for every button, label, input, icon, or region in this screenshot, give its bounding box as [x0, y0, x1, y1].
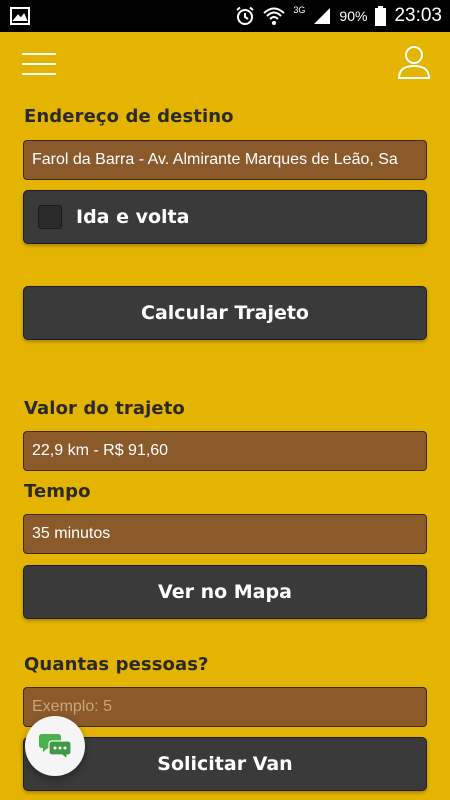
route-value-label: Valor do trajeto — [24, 398, 185, 419]
battery-percent: 90% — [339, 8, 368, 24]
destination-label: Endereço de destino — [24, 106, 234, 127]
battery-icon — [375, 6, 387, 26]
alarm-icon — [236, 6, 255, 25]
round-trip-label: Ida e volta — [76, 206, 190, 228]
route-value-field: 22,9 km - R$ 91,60 — [23, 431, 427, 471]
clock: 23:03 — [394, 5, 442, 26]
chat-bubbles-icon — [39, 734, 72, 761]
view-map-button[interactable]: Ver no Mapa — [23, 565, 427, 619]
calculate-route-button[interactable]: Calcular Trajeto — [23, 286, 427, 340]
hamburger-menu-icon[interactable] — [22, 52, 56, 76]
image-icon — [10, 7, 30, 25]
round-trip-checkbox[interactable] — [38, 205, 62, 229]
app-bar — [0, 32, 450, 94]
chat-fab-button[interactable] — [25, 716, 85, 776]
time-label: Tempo — [24, 481, 91, 502]
network-type: 3G — [293, 5, 306, 15]
people-count-input[interactable]: Exemplo: 5 — [23, 687, 427, 727]
round-trip-toggle[interactable]: Ida e volta — [23, 190, 427, 244]
wifi-icon — [263, 7, 286, 25]
destination-input[interactable]: Farol da Barra - Av. Almirante Marques d… — [23, 140, 427, 180]
signal-icon — [314, 8, 331, 24]
status-bar: 3G 90% 23:03 — [0, 0, 450, 32]
time-field: 35 minutos — [23, 514, 427, 554]
people-count-label: Quantas pessoas? — [24, 654, 209, 675]
user-profile-icon[interactable] — [396, 44, 432, 80]
